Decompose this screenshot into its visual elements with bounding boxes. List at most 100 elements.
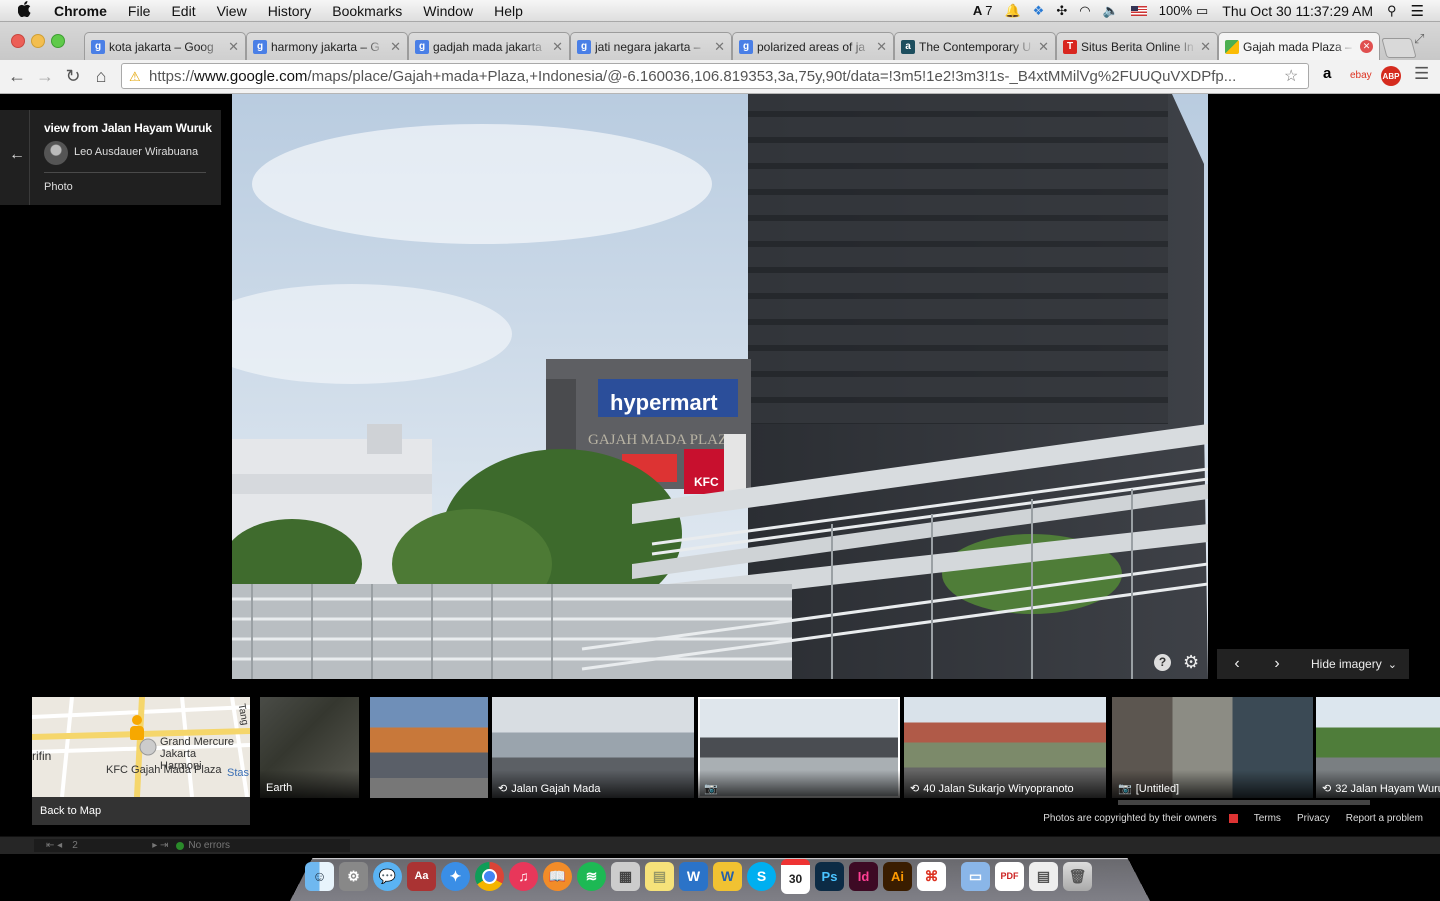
safari-icon[interactable]: ✦ [441, 861, 470, 891]
close-tab-icon[interactable]: ✕ [876, 39, 887, 55]
earth-thumbnail[interactable]: Earth [260, 697, 359, 798]
new-tab-button[interactable] [1381, 38, 1417, 58]
tab-situs-berita[interactable]: T Situs Berita Online In ✕ [1056, 32, 1218, 60]
page-number[interactable]: 2 [72, 840, 152, 851]
spotify-icon[interactable]: ≋ [577, 861, 606, 891]
forward-button[interactable]: → [34, 66, 56, 87]
close-tab-icon[interactable]: ✕ [390, 39, 401, 55]
back-button[interactable]: ← [6, 66, 28, 87]
trash-icon[interactable]: 🗑 [1063, 861, 1092, 891]
report-problem-link[interactable]: Report a problem [1346, 813, 1423, 824]
app-menu-chrome[interactable]: Chrome [54, 3, 107, 19]
zoom-window-button[interactable] [51, 34, 65, 48]
help-icon[interactable]: ? [1154, 654, 1171, 671]
finder-icon[interactable]: ☺ [305, 861, 334, 891]
menu-bookmarks[interactable]: Bookmarks [332, 3, 402, 19]
wunderlist-icon[interactable]: W [713, 861, 742, 891]
tab-polarized-areas[interactable]: g polarized areas of ja ✕ [732, 32, 894, 60]
dictionary-icon[interactable]: Aa [407, 861, 436, 891]
close-tab-icon[interactable]: ✕ [552, 39, 563, 55]
flag-icon[interactable] [1228, 814, 1238, 823]
ebay-extension-button[interactable]: ebay [1350, 70, 1372, 81]
photo-thumbnail[interactable]: 📷 [Untitled] [1112, 697, 1313, 798]
close-tab-icon[interactable]: ✕ [228, 39, 239, 55]
hide-imagery-button[interactable]: Hide imagery [1311, 657, 1382, 671]
itunes-icon[interactable]: ♫ [509, 861, 538, 891]
main-photo[interactable]: hypermart GAJAH MADA PLAZA KFC [232, 94, 1208, 679]
adobe-menu-icon[interactable]: A [973, 3, 982, 18]
privacy-link[interactable]: Privacy [1297, 813, 1330, 824]
bookmark-star-icon[interactable]: ☆ [1284, 66, 1304, 86]
photoshop-icon[interactable]: Ps [815, 861, 844, 891]
chevron-down-icon[interactable]: ⌄ [1388, 658, 1397, 671]
warning-lock-icon[interactable]: ⚠ [129, 69, 143, 84]
stickies-icon[interactable]: ▤ [645, 861, 674, 891]
close-tab-icon[interactable]: ✕ [714, 39, 725, 55]
author-avatar[interactable] [44, 141, 68, 165]
word-icon[interactable]: W [679, 861, 708, 891]
indesign-icon[interactable]: Id [849, 861, 878, 891]
close-tab-icon[interactable]: ✕ [1200, 39, 1211, 55]
menu-history[interactable]: History [268, 3, 312, 19]
next-photo-button[interactable]: › [1257, 655, 1297, 673]
preview-document-icon[interactable]: ▤ [1029, 861, 1058, 891]
photo-author[interactable]: Leo Ausdauer Wirabuana [74, 146, 198, 158]
amazon-extension-button[interactable]: a [1323, 65, 1331, 82]
page-nav-next-icons[interactable]: ▸ ⇥ [152, 840, 168, 851]
us-flag-icon[interactable] [1130, 5, 1147, 16]
home-button[interactable]: ⌂ [90, 66, 112, 87]
messages-icon[interactable]: 💬 [373, 861, 402, 891]
photo-thumbnail[interactable] [370, 697, 488, 798]
tab-the-contemporary[interactable]: a The Contemporary U ✕ [894, 32, 1056, 60]
menu-edit[interactable]: Edit [171, 3, 195, 19]
skype-icon[interactable]: S [747, 861, 776, 891]
calculator-icon[interactable]: ▦ [611, 861, 640, 891]
filmstrip-scrollbar[interactable] [1118, 800, 1370, 805]
wifi-icon[interactable]: ◠ [1079, 3, 1090, 19]
tab-gajah-mada-plaza[interactable]: Gajah mada Plaza – G ✕ [1218, 32, 1380, 60]
terms-link[interactable]: Terms [1254, 813, 1281, 824]
notification-bell-icon[interactable]: 🔔 [1004, 3, 1020, 19]
fullscreen-icon[interactable]: ⤢ [1414, 31, 1424, 47]
tab-gadjah-mada-jakarta[interactable]: g gadjah mada jakarta ✕ [408, 32, 570, 60]
spotlight-search-icon[interactable]: ⚲ [1387, 3, 1397, 19]
bluetooth-icon[interactable]: ✣ [1056, 3, 1067, 19]
chrome-icon[interactable] [475, 861, 504, 891]
apple-menu-icon[interactable] [17, 0, 36, 21]
illustrator-icon[interactable]: Ai [883, 861, 912, 891]
acrobat-icon[interactable]: ⌘ [917, 861, 946, 891]
settings-gear-icon[interactable]: ⚙ [1183, 652, 1199, 673]
reload-button[interactable]: ↻ [62, 66, 84, 87]
tab-kota-jakarta[interactable]: g kota jakarta – Goog ✕ [84, 32, 246, 60]
battery-icon[interactable]: ▭ [1196, 3, 1208, 19]
street-view-thumbnail[interactable]: ⟲ 32 Jalan Hayam Wuruk [1316, 697, 1440, 798]
back-arrow-icon[interactable]: ← [9, 146, 25, 164]
close-tab-icon[interactable]: ✕ [1360, 40, 1373, 53]
volume-icon[interactable]: 🔈 [1103, 3, 1119, 19]
battery-percent[interactable]: 100% [1159, 3, 1192, 18]
pdf-document-icon[interactable]: PDF [995, 861, 1024, 891]
menu-file[interactable]: File [128, 3, 151, 19]
clock[interactable]: Thu Oct 30 11:37:29 AM [1222, 3, 1373, 19]
menu-window[interactable]: Window [423, 3, 473, 19]
minimize-window-button[interactable] [31, 34, 45, 48]
close-window-button[interactable] [11, 34, 25, 48]
notification-center-icon[interactable]: ☰ [1411, 2, 1424, 20]
previous-photo-button[interactable]: ‹ [1217, 655, 1257, 673]
url-text[interactable]: https://www.google.com/maps/place/Gajah+… [149, 68, 1284, 85]
folder-icon[interactable]: ▭ [961, 861, 990, 891]
page-nav-icons[interactable]: ⇤ ◂ [46, 840, 62, 851]
back-to-map-button[interactable]: Back to Map [32, 797, 250, 825]
ibooks-icon[interactable]: 📖 [543, 861, 572, 891]
address-bar[interactable]: ⚠ https://www.google.com/maps/place/Gaja… [121, 63, 1309, 89]
menu-view[interactable]: View [217, 3, 247, 19]
close-tab-icon[interactable]: ✕ [1038, 39, 1049, 55]
map-thumbnail[interactable]: Grand Mercure Jakarta Harmoni KFC Gajah … [32, 697, 250, 825]
street-view-thumbnail[interactable]: ⟲ Jalan Gajah Mada [492, 697, 694, 798]
calendar-icon[interactable]: 30 [781, 858, 810, 894]
adblock-plus-button[interactable]: ABP [1381, 66, 1401, 86]
pegman-icon[interactable] [130, 715, 144, 741]
street-view-thumbnail[interactable]: ⟲ 40 Jalan Sukarjo Wiryopranoto [904, 697, 1106, 798]
dropbox-icon[interactable]: ❖ [1033, 3, 1045, 19]
tab-jati-negara-jakarta[interactable]: g jati negara jakarta – ✕ [570, 32, 732, 60]
